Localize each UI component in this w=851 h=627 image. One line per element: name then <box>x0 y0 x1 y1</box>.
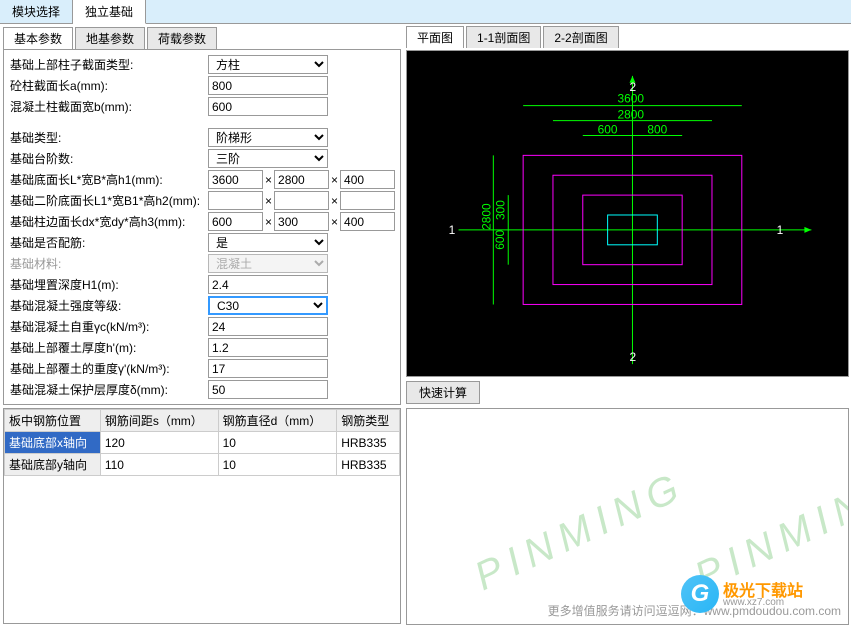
label-found-type: 基础类型: <box>8 129 208 146</box>
row-head[interactable]: 基础底部x轴向 <box>5 432 101 454</box>
input-step2-h[interactable] <box>340 191 395 210</box>
label-base-lbh: 基础底面长L*宽B*高h1(mm): <box>8 171 208 188</box>
tab-section-2-2[interactable]: 2-2剖面图 <box>543 26 618 48</box>
rebar-grid: 板中钢筋位置 钢筋间距s（mm） 钢筋直径d（mm） 钢筋类型 基础底部x轴向 … <box>4 409 400 476</box>
grid-header-position[interactable]: 板中钢筋位置 <box>5 410 101 432</box>
input-coledge-dy[interactable] <box>274 212 329 231</box>
input-depth-h1[interactable] <box>208 275 328 294</box>
footer-link[interactable]: www.pmdoudou.com.com <box>704 604 841 618</box>
svg-text:600: 600 <box>493 230 507 250</box>
tab-load-params[interactable]: 荷载参数 <box>147 27 217 49</box>
svg-text:2800: 2800 <box>479 203 493 230</box>
input-coledge-dx[interactable] <box>208 212 263 231</box>
tab-section-1-1[interactable]: 1-1剖面图 <box>466 26 541 48</box>
footer: 更多增值服务请访问逗逗网：www.pmdoudou.com.com <box>548 602 841 619</box>
drawing-canvas[interactable]: 1 1 2 2 3600 2800 600 800 2800 <box>406 50 849 377</box>
label-col-edge: 基础柱边面长dx*宽dy*高h3(mm): <box>8 213 208 230</box>
svg-text:2800: 2800 <box>618 108 645 122</box>
table-row[interactable]: 基础底部x轴向 120 10 HRB335 <box>5 432 400 454</box>
select-conc-grade[interactable]: C30 <box>208 296 328 315</box>
label-has-rebar: 基础是否配筋: <box>8 234 208 251</box>
cell-spacing[interactable]: 110 <box>100 454 218 476</box>
rebar-grid-wrap: 板中钢筋位置 钢筋间距s（mm） 钢筋直径d（mm） 钢筋类型 基础底部x轴向 … <box>3 408 401 624</box>
label-depth-h1: 基础埋置深度H1(m): <box>8 276 208 293</box>
label-col-section-type: 基础上部柱子截面类型: <box>8 56 208 73</box>
row-head[interactable]: 基础底部y轴向 <box>5 454 101 476</box>
svg-text:1: 1 <box>777 223 784 237</box>
input-coledge-h3[interactable] <box>340 212 395 231</box>
tab-ground-params[interactable]: 地基参数 <box>75 27 145 49</box>
input-base-l[interactable] <box>208 170 263 189</box>
cell-spacing[interactable]: 120 <box>100 432 218 454</box>
grid-header-spacing[interactable]: 钢筋间距s（mm） <box>100 410 218 432</box>
select-col-section-type[interactable]: 方柱 <box>208 55 328 74</box>
output-panel: PINMING PINMING <box>406 408 849 625</box>
svg-text:3600: 3600 <box>618 92 645 106</box>
label-cover: 基础混凝土保护层厚度δ(mm): <box>8 381 208 398</box>
svg-text:600: 600 <box>598 122 618 136</box>
cell-diameter[interactable]: 10 <box>218 454 337 476</box>
input-col-b[interactable] <box>208 97 328 116</box>
input-step2-l[interactable] <box>208 191 263 210</box>
select-found-type[interactable]: 阶梯形 <box>208 128 328 147</box>
table-row[interactable]: 基础底部y轴向 110 10 HRB335 <box>5 454 400 476</box>
grid-header-type[interactable]: 钢筋类型 <box>337 410 400 432</box>
svg-text:800: 800 <box>647 122 667 136</box>
cell-type[interactable]: HRB335 <box>337 432 400 454</box>
label-soil-h: 基础上部覆土厚度h'(m): <box>8 339 208 356</box>
tab-module-select[interactable]: 模块选择 <box>0 0 73 23</box>
label-steps: 基础台阶数: <box>8 150 208 167</box>
input-base-h1[interactable] <box>340 170 395 189</box>
watermark: PINMING <box>688 463 849 600</box>
input-conc-weight[interactable] <box>208 317 328 336</box>
input-col-a[interactable] <box>208 76 328 95</box>
label-material: 基础材料: <box>8 255 208 272</box>
cell-type[interactable]: HRB335 <box>337 454 400 476</box>
grid-header-diameter[interactable]: 钢筋直径d（mm） <box>218 410 337 432</box>
label-step2: 基础二阶底面长L1*宽B1*高h2(mm): <box>8 192 208 209</box>
input-soil-h[interactable] <box>208 338 328 357</box>
label-conc-grade: 基础混凝土强度等级: <box>8 297 208 314</box>
top-tabs: 模块选择 独立基础 <box>0 0 851 24</box>
param-sub-tabs: 基本参数 地基参数 荷载参数 <box>3 27 401 49</box>
cell-diameter[interactable]: 10 <box>218 432 337 454</box>
tab-independent-foundation[interactable]: 独立基础 <box>73 0 146 24</box>
svg-text:1: 1 <box>449 223 456 237</box>
select-has-rebar[interactable]: 是 <box>208 233 328 252</box>
label-col-a: 砼柱截面长a(mm): <box>8 77 208 94</box>
tab-plan-view[interactable]: 平面图 <box>406 26 464 48</box>
params-panel: 基础上部柱子截面类型: 方柱 砼柱截面长a(mm): 混凝土柱截面宽b(mm):… <box>3 49 401 405</box>
svg-text:2: 2 <box>629 350 636 364</box>
quick-calc-button[interactable]: 快速计算 <box>406 381 480 404</box>
input-cover[interactable] <box>208 380 328 399</box>
input-soil-weight[interactable] <box>208 359 328 378</box>
label-soil-weight: 基础上部覆土的重度γ'(kN/m³): <box>8 360 208 377</box>
label-conc-weight: 基础混凝土自重γc(kN/m³): <box>8 318 208 335</box>
svg-text:300: 300 <box>493 200 507 220</box>
select-steps[interactable]: 三阶 <box>208 149 328 168</box>
input-base-b[interactable] <box>274 170 329 189</box>
label-col-b: 混凝土柱截面宽b(mm): <box>8 98 208 115</box>
select-material: 混凝土 <box>208 254 328 273</box>
input-step2-b[interactable] <box>274 191 329 210</box>
drawing-tabs: 平面图 1-1剖面图 2-2剖面图 <box>406 26 849 48</box>
tab-basic-params[interactable]: 基本参数 <box>3 27 73 49</box>
watermark: PINMING <box>468 463 693 600</box>
